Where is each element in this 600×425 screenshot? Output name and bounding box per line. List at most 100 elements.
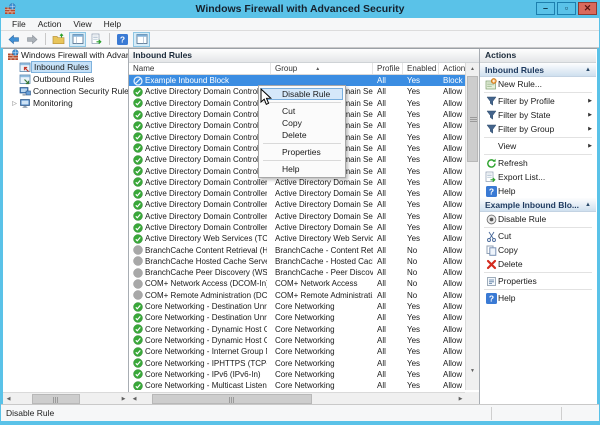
rule-row[interactable]: Active Directory Domain Controller - W3.… [129,199,466,210]
context-menu-properties[interactable]: Properties [261,146,343,158]
actions-section-title: Example Inbound Blo... [485,199,579,210]
rule-row[interactable]: Active Directory Domain Controller (RPC)… [129,211,466,222]
rule-row[interactable]: Core Networking - Destination Unreacha..… [129,301,466,312]
forward-arrow-icon[interactable] [24,32,41,47]
help-icon: ? [484,185,498,197]
action-help[interactable]: ? Help [480,184,596,198]
rule-row[interactable]: Active Directory Domain Controller (RPC.… [129,222,466,233]
action-copy[interactable]: Copy [480,243,596,257]
menu-action[interactable]: Action [32,18,68,30]
window-title: Windows Firewall with Advanced Security [195,3,405,15]
context-menu-disable-rule[interactable]: Disable Rule [261,88,343,100]
rule-name: Active Directory Domain Controller - SA.… [145,166,267,176]
rule-row[interactable]: COM+ Network Access (DCOM-In) COM+ Networ… [129,278,466,289]
collapse-icon[interactable]: ▲ [585,67,591,73]
column-header-name[interactable]: Name [129,63,271,74]
monitoring-icon [18,98,31,109]
submenu-arrow-icon: ▶ [588,98,592,104]
cell-action: Allow [443,155,463,165]
action-properties[interactable]: Properties [480,274,596,288]
action-delete[interactable]: Delete [480,257,596,271]
cell-name: COM+ Network Access (DCOM-In) [129,278,271,289]
column-header-enabled[interactable]: Enabled [403,63,439,74]
tree-item-inbound-rules[interactable]: Inbound Rules [3,61,128,73]
action-pane-window-icon[interactable] [133,31,150,47]
cell-action: Allow [443,279,463,289]
tree-hscroll-thumb[interactable] [32,394,80,404]
action-disable-rule[interactable]: Disable Rule [480,212,596,226]
rule-row[interactable]: Active Directory Domain Controller - Sec… [129,177,466,188]
action-refresh[interactable]: Refresh [480,156,596,170]
action-filter-by-profile[interactable]: Filter by Profile ▶ [480,94,596,108]
cell-enabled: Yes [407,200,421,210]
action-label: Filter by State [498,110,551,120]
tree-item-windows-firewall-with-advance[interactable]: Windows Firewall with Advance [3,49,128,61]
title-bar: Windows Firewall with Advanced Security … [0,0,600,18]
column-header-profile[interactable]: Profile [373,63,403,74]
list-hscroll-thumb[interactable] [152,394,312,404]
rule-row[interactable]: Core Networking - Dynamic Host Config...… [129,324,466,335]
action-filter-by-group[interactable]: Filter by Group ▶ [480,122,596,136]
vscroll-thumb[interactable] [467,76,478,162]
action-export-list-[interactable]: Export List... [480,170,596,184]
context-menu-cut[interactable]: Cut [261,105,343,117]
action-filter-by-state[interactable]: Filter by State ▶ [480,108,596,122]
expander-icon[interactable]: ▷ [11,100,18,107]
help-icon[interactable]: ? [114,32,131,47]
context-menu-copy[interactable]: Copy [261,117,343,129]
allow-rule-icon [133,234,143,244]
rule-row[interactable]: Core Networking - Multicast Listener Do.… [129,380,466,390]
action-cut[interactable]: Cut [480,229,596,243]
minimize-button[interactable]: – [536,2,555,15]
context-menu-delete[interactable]: Delete [261,129,343,141]
close-button[interactable]: ✕ [578,2,597,15]
rule-row[interactable]: Active Directory Domain Controller - Sec… [129,188,466,199]
rule-row[interactable]: Active Directory Web Services (TCP-In) Ac… [129,233,466,244]
scroll-up-icon[interactable]: ▲ [466,63,479,75]
actions-separator [484,137,592,138]
console-window-icon[interactable] [69,31,86,47]
action-new-rule-[interactable]: New Rule... [480,77,596,91]
menu-help[interactable]: Help [98,18,127,30]
tree-item-monitoring[interactable]: ▷ Monitoring [3,97,128,109]
allow-rule-icon [133,98,143,108]
cell-profile: All [377,87,386,97]
back-arrow-icon[interactable] [5,32,22,47]
menu-file[interactable]: File [6,18,32,30]
column-header-action[interactable]: Action [439,63,466,74]
rule-row[interactable]: Core Networking - Destination Unreacha..… [129,312,466,323]
context-menu-help[interactable]: Help [261,163,343,175]
rule-row[interactable]: Core Networking - IPv6 (IPv6-In) Core Net… [129,369,466,380]
cell-action: Allow [443,98,463,108]
cell-name: Core Networking - Multicast Listener Do.… [129,380,271,390]
rule-row[interactable]: Core Networking - IPHTTPS (TCP-In) Core N… [129,357,466,368]
cell-group: Active Directory Domain Ser... [275,189,373,199]
actions-separator [484,92,592,93]
tree-item-outbound-rules[interactable]: Outbound Rules [3,73,128,85]
cell-action: Allow [443,132,463,142]
rule-row[interactable]: BranchCache Content Retrieval (HTTP-In) B… [129,244,466,255]
menu-view[interactable]: View [67,18,97,30]
show-console-tree-icon[interactable] [50,32,67,47]
rule-row[interactable]: BranchCache Hosted Cache Server (HTT... B… [129,256,466,267]
rule-row[interactable]: COM+ Remote Administration (DCOM-In) COM+… [129,290,466,301]
column-header-group[interactable]: Group ▲ [271,63,373,74]
rule-row[interactable]: Core Networking - Internet Group Mana...… [129,346,466,357]
cell-action: Allow [443,234,463,244]
actions-section-header[interactable]: Example Inbound Blo... ▲ [480,198,596,212]
actions-section-header[interactable]: Inbound Rules ▲ [480,63,596,77]
action-label: Help [498,293,516,303]
action-help[interactable]: ? Help [480,291,596,305]
collapse-icon[interactable]: ▲ [585,202,591,208]
scroll-down-icon[interactable]: ▼ [466,365,479,377]
action-view[interactable]: View ▶ [480,139,596,153]
rule-row[interactable]: Core Networking - Dynamic Host Config...… [129,335,466,346]
rule-row[interactable]: BranchCache Peer Discovery (WSD-In) Branc… [129,267,466,278]
tree-item-label: Windows Firewall with Advance [21,50,128,60]
maximize-button[interactable]: ▫ [557,2,576,15]
allow-rule-icon [133,166,143,176]
export-list-icon[interactable] [88,32,105,47]
tree-item-connection-security-rules[interactable]: Connection Security Rules [3,85,128,97]
list-vertical-scrollbar[interactable]: ▲ ▼ [465,63,479,390]
cell-profile: All [377,155,386,165]
